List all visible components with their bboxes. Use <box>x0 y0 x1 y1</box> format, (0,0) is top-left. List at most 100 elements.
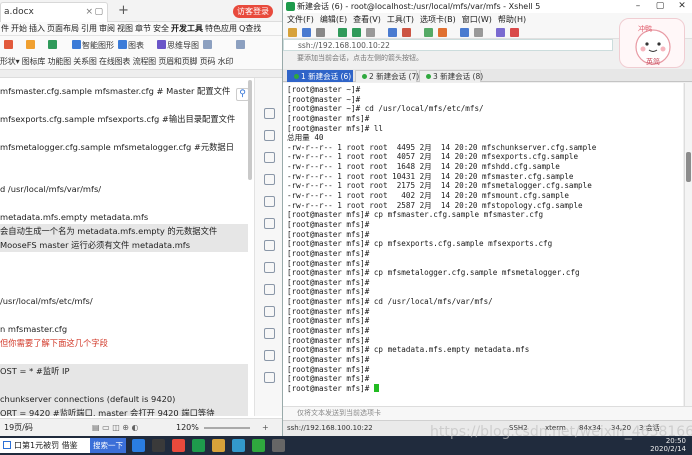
keyboard-icon[interactable] <box>496 28 505 37</box>
zoom-in-icon[interactable]: + <box>262 419 269 436</box>
lock-icon[interactable] <box>474 28 483 37</box>
xshell-menu-item[interactable]: 选项卡(B) <box>420 15 456 24</box>
maximize-icon[interactable]: ▢ <box>649 0 671 13</box>
script-icon[interactable] <box>438 28 447 37</box>
print-icon[interactable] <box>388 28 397 37</box>
ribbon-relation-label[interactable]: 关系图 <box>73 57 97 66</box>
font-icon[interactable] <box>402 28 411 37</box>
login-button[interactable]: 访客登录 <box>233 5 273 18</box>
new-tab-icon[interactable]: + <box>118 3 129 18</box>
ribbon-iconlib-label[interactable]: 图标库 <box>22 57 46 66</box>
ribbon-pagenumber-icon[interactable] <box>236 40 246 50</box>
compose-bar[interactable]: 仅将文本发送到当前选项卡 <box>283 406 692 420</box>
help-icon[interactable] <box>510 28 519 37</box>
view-icons[interactable]: ▤ ▭ ◫ ⊕ ◐ <box>92 419 139 436</box>
terminal-scroll-thumb[interactable] <box>686 152 691 182</box>
close-tab-icon[interactable]: × <box>85 3 93 21</box>
disconnect-icon[interactable] <box>316 28 325 37</box>
taskbar-news[interactable]: 口第1元被罚 借鉴 <box>0 438 90 453</box>
taskbar-search-button[interactable]: 搜索一下 <box>90 438 126 453</box>
ribbon-icon-library-icon[interactable] <box>26 40 36 50</box>
list-icon[interactable] <box>264 306 275 317</box>
adjust-icon[interactable] <box>264 174 275 185</box>
address-bar[interactable]: ssh://192.168.100.10:22 <box>283 39 613 51</box>
xshell-menu-item[interactable]: 文件(F) <box>287 15 314 24</box>
zoom-slider[interactable] <box>204 427 250 429</box>
terminal-area[interactable]: [root@master ~]# [root@master ~]# [root@ma… <box>283 83 683 406</box>
ribbon-shape-icon[interactable] <box>4 40 14 50</box>
menu-item[interactable]: 引用 <box>80 22 98 36</box>
edit-icon[interactable] <box>264 130 275 141</box>
image-icon[interactable] <box>264 218 275 229</box>
ribbon-funcmap-label[interactable]: 功能图 <box>48 57 72 66</box>
session-tab-3[interactable]: 3 新建会话 (8) <box>419 70 483 82</box>
transfer-icon[interactable] <box>424 28 433 37</box>
chrome-icon[interactable] <box>232 439 245 452</box>
ribbon-mindmap-button[interactable]: 思维导图 <box>157 40 199 51</box>
menu-item[interactable]: 插入 <box>28 22 46 36</box>
menu-item[interactable]: 审阅 <box>98 22 116 36</box>
session-tab-1[interactable]: 1 新建会话 (6) <box>287 70 353 82</box>
ribbon-shape-label[interactable]: 形状 <box>0 57 16 66</box>
session-tab-2[interactable]: 2 新建会话 (7) <box>355 70 419 82</box>
find-icon[interactable] <box>366 28 375 37</box>
wps-icon[interactable] <box>172 439 185 452</box>
new-session-icon[interactable] <box>288 28 297 37</box>
cloud-icon[interactable] <box>264 284 275 295</box>
document-page[interactable]: mfsmaster.cfg.sample mfsmaster.cfg # Mas… <box>0 78 250 416</box>
ribbon-watermark-label[interactable]: 水印 <box>218 57 234 66</box>
terminal-line-text: [root@master mfs]# <box>287 287 370 297</box>
zoom-level[interactable]: 120% <box>176 419 199 436</box>
folder-icon[interactable] <box>212 439 225 452</box>
tools-icon[interactable] <box>264 350 275 361</box>
fullscreen-icon[interactable] <box>460 28 469 37</box>
menu-item[interactable]: 视图 <box>116 22 134 36</box>
share-icon[interactable] <box>264 262 275 273</box>
copy-icon[interactable] <box>338 28 347 37</box>
menu-item[interactable]: 页面布局 <box>46 22 80 36</box>
xshell-menu-item[interactable]: 窗口(W) <box>462 15 492 24</box>
open-icon[interactable] <box>302 28 311 37</box>
xshell-menu-item[interactable]: 工具(T) <box>387 15 414 24</box>
ribbon-flow-label[interactable]: 流程图 <box>133 57 157 66</box>
select-icon[interactable] <box>264 108 275 119</box>
document-line <box>0 378 248 392</box>
menu-item[interactable]: 特色应用 <box>204 22 238 36</box>
more-icon[interactable] <box>264 372 275 383</box>
xshell-menu-item[interactable]: 查看(V) <box>353 15 381 24</box>
style-icon[interactable] <box>264 152 275 163</box>
terminal-line-text: -rw-r--r-- 1 root root 1648 2月 14 20:20 … <box>287 162 560 172</box>
ribbon-page-label[interactable]: 页码 <box>200 57 216 66</box>
ribbon-header-footer-icon[interactable] <box>203 40 213 50</box>
help-icon[interactable] <box>264 328 275 339</box>
document-tab[interactable]: a.docx ▢ × <box>0 2 108 22</box>
ribbon-smartart-button[interactable]: 智能图形 <box>72 40 114 51</box>
edge-icon[interactable] <box>132 439 145 452</box>
xshell-task-icon[interactable] <box>252 439 265 452</box>
xshell-menu-item[interactable]: 帮助(H) <box>498 15 526 24</box>
menu-item[interactable]: 安全 <box>152 22 170 36</box>
ribbon-chart-button[interactable]: 图表 <box>118 40 144 51</box>
menu-item[interactable]: 开始 <box>10 22 28 36</box>
wechat-icon[interactable] <box>192 439 205 452</box>
store-icon[interactable] <box>152 439 165 452</box>
tab-menu-icon[interactable]: ▢ <box>94 3 103 21</box>
paste-icon[interactable] <box>352 28 361 37</box>
close-window-icon[interactable]: ✕ <box>671 0 692 13</box>
xshell-menu-item[interactable]: 编辑(E) <box>320 15 347 24</box>
location-pin-icon[interactable]: ⚲ <box>236 88 249 101</box>
svg-text:冲鸭: 冲鸭 <box>638 24 652 33</box>
document-line: ORT = 9420 #监听端口, master 会打开 9420 端口等待 <box>0 406 248 416</box>
ribbon-hf-label[interactable]: 页眉和页脚 <box>158 57 197 66</box>
terminal-task-icon[interactable] <box>272 439 285 452</box>
table-icon[interactable] <box>264 196 275 207</box>
ribbon-function-icon[interactable] <box>48 40 58 50</box>
menu-item[interactable]: Q查找 <box>238 22 262 36</box>
settings-icon[interactable] <box>264 240 275 251</box>
terminal-scrollbar[interactable] <box>684 83 692 406</box>
ribbon-online-chart-label[interactable]: 在线图表 <box>99 57 130 66</box>
terminal-line: [root@master ~]# <box>287 85 596 95</box>
menu-item[interactable]: 件 <box>0 22 10 36</box>
menu-item[interactable]: 章节 <box>134 22 152 36</box>
minimize-icon[interactable]: – <box>627 0 649 13</box>
